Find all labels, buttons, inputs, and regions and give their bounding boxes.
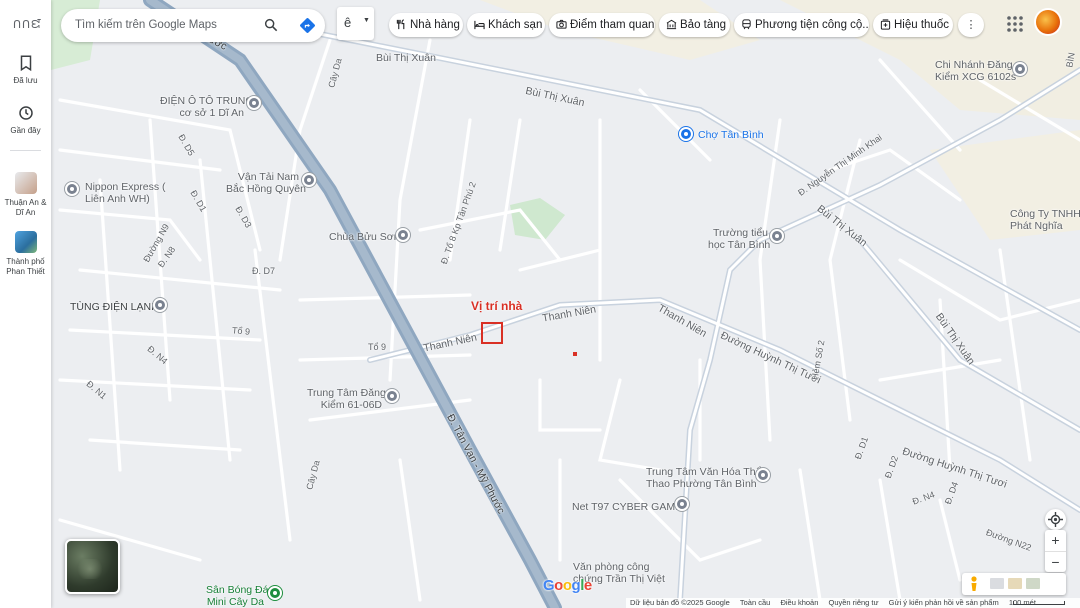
search-icon[interactable] — [263, 17, 279, 33]
museum-icon — [666, 19, 677, 30]
poi-label[interactable]: Trung Tâm Đăng Kiểm 61-06D — [307, 387, 386, 411]
restaurant-icon — [396, 19, 405, 30]
feedback-link[interactable]: Gửi ý kiến phản hồi về sản phẩm — [889, 598, 999, 607]
poi-label[interactable]: Chợ Tân Bình — [698, 129, 764, 141]
menu-glyph: ê — [344, 15, 352, 30]
zoom-controls: + − — [1045, 530, 1066, 572]
house-location-label: Vị trí nhà — [471, 299, 523, 313]
camera-icon — [556, 19, 567, 29]
place-thumbnail — [14, 172, 37, 194]
place-pin-icon[interactable] — [153, 298, 167, 312]
terms-link[interactable]: Điều khoản — [780, 598, 818, 607]
zoom-out-button[interactable]: − — [1045, 552, 1066, 572]
language-menu-button[interactable]: ê ▼ — [337, 7, 374, 40]
poi-label[interactable]: Sân Bóng Đá Mini Cây Da — [206, 584, 268, 608]
recent-label: Gần đây — [10, 126, 41, 135]
google-logo: Google — [543, 577, 592, 594]
saved-button[interactable]: Đã lưu — [0, 54, 51, 86]
recent-button[interactable]: Gần đây — [0, 104, 51, 136]
my-location-button[interactable] — [1045, 509, 1066, 530]
map-data-credit: Dữ liệu bản đồ ©2025 Google — [630, 598, 730, 607]
map-footer: Dữ liệu bản đồ ©2025 Google Toàn cầu Điề… — [626, 598, 1080, 608]
recent-place-thuan-an[interactable]: Thuận An & Dĩ An — [0, 172, 51, 218]
road-label: Đ. D7 — [252, 266, 276, 276]
search-box[interactable]: Tìm kiếm trên Google Maps — [61, 9, 325, 42]
place-pin-icon[interactable] — [65, 182, 79, 196]
place-pin-icon[interactable] — [302, 173, 316, 187]
transit-icon — [742, 19, 751, 30]
school-pin-icon[interactable] — [770, 229, 784, 243]
chip-label: Điểm tham quan — [570, 19, 655, 31]
history-icon — [18, 106, 33, 120]
house-location-box — [481, 322, 503, 344]
road-label: Tổ 9 — [231, 325, 251, 337]
temple-pin-icon[interactable] — [396, 228, 410, 242]
pegman-icon — [971, 576, 1040, 591]
chip-restaurants[interactable]: Nhà hàng — [389, 13, 463, 37]
pharmacy-icon — [880, 19, 891, 30]
place-pin-icon[interactable] — [675, 497, 689, 511]
chip-transit[interactable]: Phương tiện công cộ... — [734, 13, 869, 37]
search-input[interactable]: Tìm kiếm trên Google Maps — [75, 19, 217, 31]
place-pin-icon[interactable] — [1013, 62, 1027, 76]
poi-label[interactable]: Net T97 CYBER GAME — [572, 501, 682, 513]
privacy-link[interactable]: Quyền riêng tư — [828, 598, 878, 607]
poi-label[interactable]: Trường tiểu học Tân Bình — [708, 227, 770, 251]
street-view-bar[interactable] — [962, 573, 1066, 595]
chip-attractions[interactable]: Điểm tham quan — [549, 13, 655, 37]
place-pin-icon[interactable] — [385, 389, 399, 403]
global-link[interactable]: Toàn cầu — [740, 598, 770, 607]
chip-hotels[interactable]: Khách sạn — [467, 13, 545, 37]
poi-label[interactable]: Trung Tâm Văn Hóa Thể Thao Phường Tân Bìn… — [646, 466, 761, 490]
market-pin-icon[interactable] — [679, 127, 693, 141]
poi-label[interactable]: ĐIỆN Ô TÔ TRUNG cơ sở 1 Dĩ An — [160, 95, 254, 119]
poi-label[interactable]: Công Ty TNHH Phát Nghĩa — [1010, 208, 1080, 232]
sports-pin-icon[interactable] — [268, 586, 282, 600]
chip-label: Khách sạn — [488, 19, 543, 31]
scale-bar — [1013, 601, 1065, 605]
place-pin-icon[interactable] — [247, 96, 261, 110]
recent-place-label: Thuận An & Dĩ An — [4, 198, 47, 217]
menu-logo[interactable]: ᑎᑎᘿ — [13, 18, 42, 32]
rail-divider — [10, 150, 41, 151]
poi-label[interactable]: TÙNG ĐIỆN LẠNH — [70, 301, 159, 313]
chip-label: Bảo tàng — [680, 19, 727, 31]
chip-label: Hiệu thuốc — [894, 19, 949, 31]
recent-place-phan-thiet[interactable]: Thành phố Phan Thiết — [0, 231, 51, 277]
poi-label[interactable]: Chi Nhánh Đăng Kiểm XCG 6102s — [935, 59, 1016, 83]
poi-label[interactable]: Vận Tải Nam Bắc Hồng Quyên — [226, 171, 306, 195]
chip-museums[interactable]: Bảo tàng — [659, 13, 730, 37]
more-chips-button[interactable]: ⋮ — [958, 13, 984, 37]
crosshair-icon — [1048, 512, 1063, 527]
caret-down-icon: ▼ — [363, 17, 370, 24]
account-avatar[interactable] — [1036, 10, 1060, 34]
bookmark-icon — [20, 55, 31, 72]
left-rail: ᑎᑎᘿ Đã lưu Gần đây Thuận An & Dĩ An Thàn… — [0, 0, 51, 608]
zoom-in-button[interactable]: + — [1045, 530, 1066, 551]
map-canvas[interactable]: Bùi Thị Xuân Bùi Thị Xuân Bùi Thị Xuân B… — [0, 0, 1080, 608]
saved-label: Đã lưu — [13, 76, 38, 85]
recent-place-label: Thành phố Phan Thiết — [6, 257, 45, 276]
road-label: Tổ 9 — [368, 342, 387, 352]
chip-label: Phương tiện công cộ... — [755, 19, 869, 31]
road-label: Bùi Thị Xuân — [376, 52, 436, 64]
place-thumbnail — [14, 231, 37, 253]
directions-icon[interactable] — [299, 17, 316, 34]
chip-label: Nhà hàng — [410, 19, 460, 31]
poi-label[interactable]: Chùa Bửu Sơn — [329, 231, 400, 243]
chip-pharmacies[interactable]: Hiệu thuốc — [873, 13, 953, 37]
place-pin-icon[interactable] — [756, 468, 770, 482]
hotel-icon — [474, 20, 485, 30]
apps-grid-icon[interactable] — [1005, 14, 1025, 34]
house-location-dot — [573, 352, 577, 356]
layers-toggle[interactable] — [65, 539, 120, 594]
poi-label[interactable]: Nippon Express (Liên Anh WH) — [85, 181, 166, 205]
